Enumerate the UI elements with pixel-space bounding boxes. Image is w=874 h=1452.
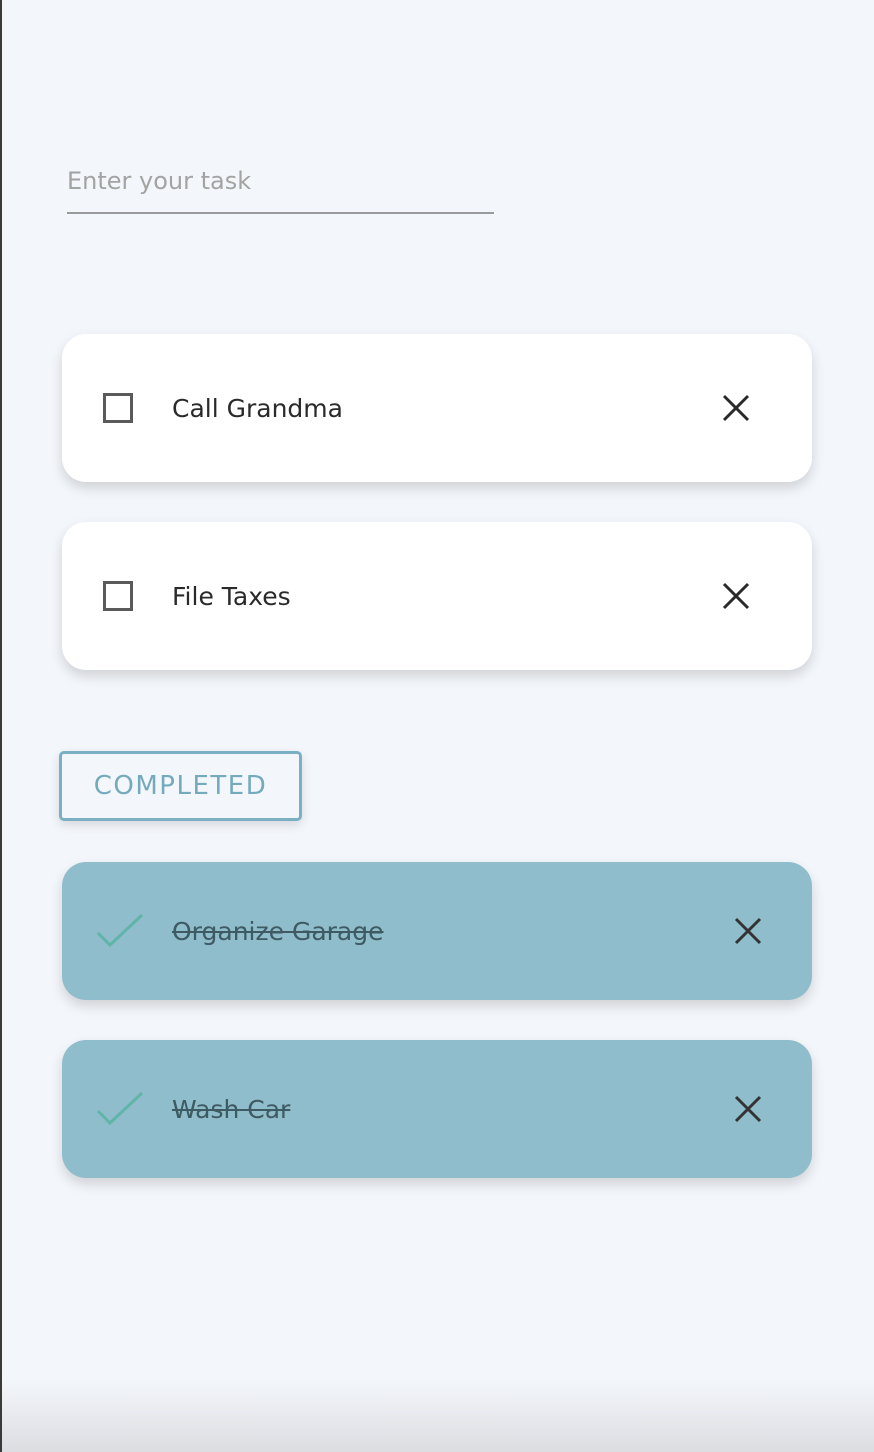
check-icon[interactable] xyxy=(96,913,144,949)
task-label: Call Grandma xyxy=(172,393,343,423)
delete-icon[interactable] xyxy=(722,582,750,610)
task-checkbox[interactable] xyxy=(103,393,133,423)
delete-icon[interactable] xyxy=(734,1095,762,1123)
check-icon[interactable] xyxy=(96,1091,144,1127)
delete-icon[interactable] xyxy=(734,917,762,945)
task-card: File Taxes xyxy=(62,522,812,670)
completed-toggle-button[interactable]: COMPLETED xyxy=(59,751,302,821)
task-label: Wash Car xyxy=(172,1094,291,1124)
task-label: Organize Garage xyxy=(172,916,384,946)
window-border xyxy=(0,0,2,1452)
task-input[interactable] xyxy=(67,150,494,214)
task-label: File Taxes xyxy=(172,581,291,611)
task-checkbox[interactable] xyxy=(103,581,133,611)
delete-icon[interactable] xyxy=(722,394,750,422)
completed-task-card: Wash Car xyxy=(62,1040,812,1178)
task-card: Call Grandma xyxy=(62,334,812,482)
completed-task-card: Organize Garage xyxy=(62,862,812,1000)
